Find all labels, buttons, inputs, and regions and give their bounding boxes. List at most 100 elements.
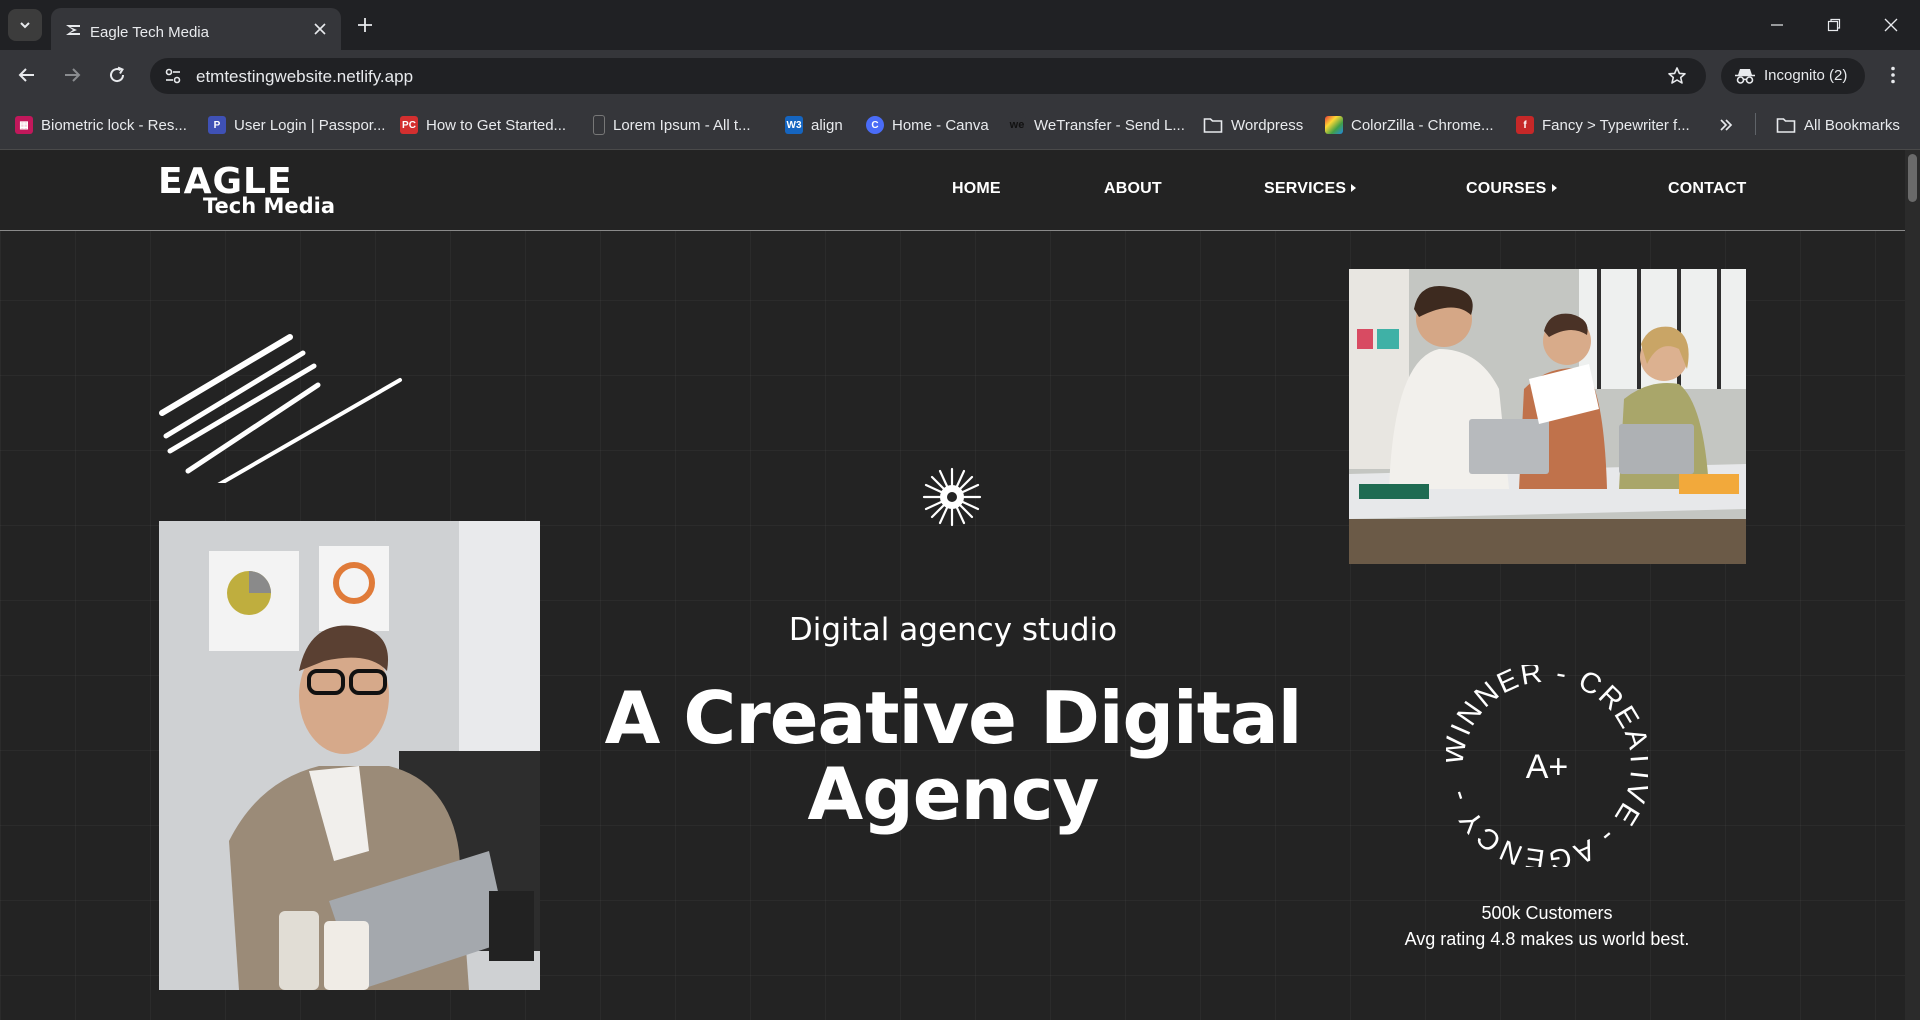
bookmark-fancy-typewriter[interactable]: f Fancy > Typewriter f... <box>1516 114 1690 136</box>
logo-tagline: Tech Media <box>203 194 336 218</box>
restore-icon <box>1827 18 1841 32</box>
minimize-button[interactable] <box>1766 14 1788 36</box>
passport-favicon: P <box>208 116 226 134</box>
photo-illustration <box>1349 269 1746 564</box>
reload-icon <box>110 66 125 83</box>
bookmark-biometric-lock[interactable]: ▦ Biometric lock - Res... <box>15 114 187 136</box>
bookmark-lorem-ipsum[interactable]: Lorem Ipsum - All t... <box>593 114 751 136</box>
bookmark-folder-wordpress[interactable]: Wordpress <box>1203 114 1303 136</box>
bookmark-label: Biometric lock - Res... <box>41 116 187 134</box>
award-badge: WINNER - CREATIVE - AGENCY - A+ <box>1446 665 1648 867</box>
browser-tab-strip: Eagle Tech Media <box>0 0 1920 50</box>
man-with-laptop-photo <box>159 521 540 990</box>
close-icon <box>314 23 326 35</box>
bookmarks-bar: ▦ Biometric lock - Res... P User Login |… <box>0 100 1920 150</box>
close-window-button[interactable] <box>1880 14 1902 36</box>
canva-favicon: C <box>866 116 884 134</box>
bookmark-label: User Login | Passpor... <box>234 116 386 134</box>
photo-illustration <box>159 521 540 990</box>
caret-right-icon <box>1551 184 1557 192</box>
customers-stats: 500k Customers Avg rating 4.8 makes us w… <box>1380 900 1714 952</box>
headline-line-2: Agency <box>807 752 1100 836</box>
star-icon <box>1668 67 1686 84</box>
bookmark-canva[interactable]: C Home - Canva <box>866 114 989 136</box>
headline-line-1: A Creative Digital <box>604 676 1303 760</box>
bookmark-colorzilla[interactable]: ColorZilla - Chrome... <box>1325 114 1494 136</box>
bookmark-label: Wordpress <box>1231 116 1304 134</box>
browser-menu-button[interactable] <box>1882 64 1904 86</box>
arrow-right-icon <box>65 68 81 82</box>
eagle-favicon <box>66 25 80 35</box>
customers-rating: Avg rating 4.8 makes us world best. <box>1404 929 1690 949</box>
bookmark-label: Home - Canva <box>892 116 989 134</box>
nav-services[interactable]: SERVICES <box>1264 180 1357 198</box>
bookmark-how-to-get-started[interactable]: PC How to Get Started... <box>400 114 566 136</box>
lorem-favicon <box>593 115 605 135</box>
folder-icon <box>1776 118 1796 133</box>
hero-headline: A Creative Digital Agency <box>580 680 1326 832</box>
reload-button[interactable] <box>106 64 128 86</box>
site-header: EAGLE Tech Media HOME ABOUT SERVICES COU… <box>0 150 1905 231</box>
pc-favicon: PC <box>400 116 418 134</box>
bookmark-wetransfer[interactable]: we WeTransfer - Send L... <box>1008 114 1185 136</box>
tab-title: Eagle Tech Media <box>90 24 209 41</box>
bookmark-label: ColorZilla - Chrome... <box>1351 116 1494 134</box>
incognito-button[interactable]: Incognito (2) <box>1721 58 1865 94</box>
wetransfer-favicon: we <box>1008 116 1026 134</box>
all-bookmarks-button[interactable]: All Bookmarks <box>1776 114 1900 136</box>
brush-strokes-decoration <box>159 334 402 483</box>
bookmark-label: Lorem Ipsum - All t... <box>613 116 751 134</box>
bookmark-label: align <box>811 116 843 134</box>
nav-services-label: SERVICES <box>1264 180 1347 197</box>
folder-icon <box>1203 118 1223 133</box>
more-vert-icon <box>1891 66 1895 84</box>
caret-right-icon <box>1351 184 1357 192</box>
close-tab-button[interactable] <box>311 20 329 38</box>
new-tab-button[interactable] <box>354 14 376 36</box>
scrollbar-thumb[interactable] <box>1908 154 1917 202</box>
bookmark-star-button[interactable] <box>1666 65 1688 87</box>
url-text[interactable]: etmtestingwebsite.netlify.app <box>196 67 413 87</box>
nav-courses[interactable]: COURSES <box>1466 180 1557 198</box>
chevron-down-icon <box>20 22 30 29</box>
tune-icon <box>165 68 181 84</box>
bookmarks-divider <box>1755 113 1756 135</box>
nav-contact[interactable]: CONTACT <box>1668 180 1746 198</box>
bookmark-align[interactable]: W3 align <box>785 114 843 136</box>
bookmark-label: Fancy > Typewriter f... <box>1542 116 1690 134</box>
site-logo[interactable]: EAGLE Tech Media <box>158 164 370 219</box>
forward-button[interactable] <box>61 64 83 86</box>
nav-home[interactable]: HOME <box>952 180 1001 198</box>
back-button[interactable] <box>16 64 38 86</box>
bookmark-label: WeTransfer - Send L... <box>1034 116 1185 134</box>
nav-courses-label: COURSES <box>1466 180 1547 197</box>
nav-about[interactable]: ABOUT <box>1104 180 1162 198</box>
tab-search-button[interactable] <box>8 9 42 41</box>
close-icon <box>1884 18 1898 32</box>
bookmark-user-login[interactable]: P User Login | Passpor... <box>208 114 385 136</box>
active-tab[interactable]: Eagle Tech Media <box>51 8 341 50</box>
browser-toolbar: etmtestingwebsite.netlify.app Incognito … <box>0 50 1920 100</box>
team-meeting-photo <box>1349 269 1746 564</box>
sparkle-burst-icon <box>922 467 982 527</box>
arrow-left-icon <box>18 68 34 82</box>
site-info-button[interactable] <box>162 65 184 87</box>
minimize-icon <box>1771 24 1783 26</box>
restore-button[interactable] <box>1823 14 1845 36</box>
incognito-icon <box>1735 69 1755 84</box>
double-chevron-right-icon <box>1720 119 1733 131</box>
hero-subtitle: Digital agency studio <box>788 612 1118 648</box>
fancy-favicon: f <box>1516 116 1534 134</box>
biometric-favicon: ▦ <box>15 116 33 134</box>
address-bar[interactable]: etmtestingwebsite.netlify.app <box>150 58 1706 94</box>
colorzilla-favicon <box>1325 116 1343 134</box>
web-page: EAGLE Tech Media HOME ABOUT SERVICES COU… <box>0 150 1905 1020</box>
page-scrollbar[interactable] <box>1905 150 1920 1020</box>
more-bookmarks-button[interactable] <box>1718 114 1734 136</box>
plus-icon <box>358 18 372 32</box>
all-bookmarks-label: All Bookmarks <box>1804 116 1900 134</box>
badge-grade: A+ <box>1526 748 1569 786</box>
w3schools-favicon: W3 <box>785 116 803 134</box>
bookmark-label: How to Get Started... <box>426 116 567 134</box>
customers-count: 500k Customers <box>1481 903 1613 923</box>
